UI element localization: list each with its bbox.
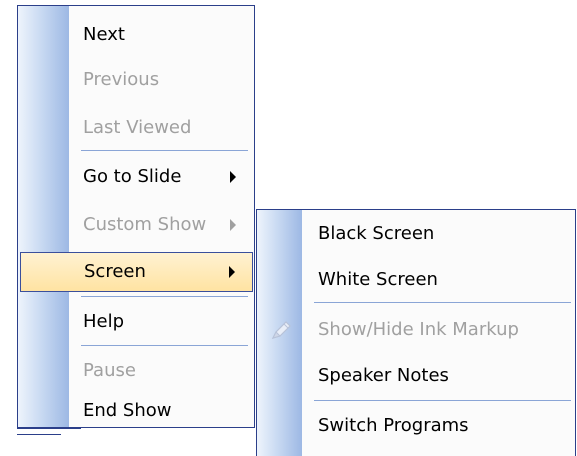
menu-item-next[interactable]: Next bbox=[20, 15, 253, 55]
menu-separator bbox=[81, 345, 248, 346]
menu-item-previous[interactable]: Previous bbox=[20, 60, 253, 100]
menu-item-last-viewed-label: Last Viewed bbox=[83, 117, 192, 138]
submenu-item-white-screen[interactable]: White Screen bbox=[259, 260, 575, 300]
submenu-item-black-screen[interactable]: Black Screen bbox=[259, 214, 575, 254]
submenu-arrow-icon bbox=[229, 266, 235, 278]
submenu-item-black-screen-label: Black Screen bbox=[318, 223, 435, 244]
menu-item-end-show[interactable]: End Show bbox=[20, 398, 253, 424]
submenu-separator bbox=[314, 400, 571, 401]
menu-item-pause-label: Pause bbox=[83, 360, 136, 381]
menu-separator bbox=[81, 296, 248, 297]
menu-item-screen-label: Screen bbox=[84, 261, 146, 282]
menu-item-next-label: Next bbox=[83, 24, 125, 45]
menu-item-last-viewed[interactable]: Last Viewed bbox=[20, 108, 253, 148]
menu-item-previous-label: Previous bbox=[83, 69, 160, 90]
menu-item-custom-show-label: Custom Show bbox=[83, 214, 207, 235]
submenu-item-speaker-notes[interactable]: Speaker Notes bbox=[259, 354, 575, 398]
menu-item-end-show-label: End Show bbox=[83, 400, 172, 421]
menu-item-pause[interactable]: Pause bbox=[20, 351, 253, 391]
menu-item-screen[interactable]: Screen bbox=[20, 252, 253, 292]
menu-item-custom-show[interactable]: Custom Show bbox=[20, 204, 253, 246]
menu-item-help-label: Help bbox=[83, 311, 125, 332]
submenu-arrow-icon bbox=[230, 171, 236, 183]
screen-submenu: Black Screen White Screen Show/Hide Ink … bbox=[256, 209, 576, 456]
submenu-item-show-hide-ink-markup-label: Show/Hide Ink Markup bbox=[318, 319, 519, 340]
menu-item-go-to-slide[interactable]: Go to Slide bbox=[20, 156, 253, 198]
menu-item-help[interactable]: Help bbox=[20, 302, 253, 342]
menu-shadow-lines bbox=[17, 426, 87, 436]
submenu-item-show-hide-ink-markup[interactable]: Show/Hide Ink Markup bbox=[259, 308, 575, 352]
menu-separator bbox=[81, 150, 248, 151]
menu-item-go-to-slide-label: Go to Slide bbox=[83, 166, 182, 187]
submenu-item-white-screen-label: White Screen bbox=[318, 269, 438, 290]
submenu-arrow-icon bbox=[230, 219, 236, 231]
submenu-separator bbox=[314, 302, 571, 303]
submenu-item-switch-programs-label: Switch Programs bbox=[318, 415, 469, 436]
submenu-item-speaker-notes-label: Speaker Notes bbox=[318, 365, 449, 386]
submenu-item-switch-programs[interactable]: Switch Programs bbox=[259, 406, 575, 446]
slideshow-context-menu: Next Previous Last Viewed Go to Slide Cu… bbox=[17, 5, 255, 428]
